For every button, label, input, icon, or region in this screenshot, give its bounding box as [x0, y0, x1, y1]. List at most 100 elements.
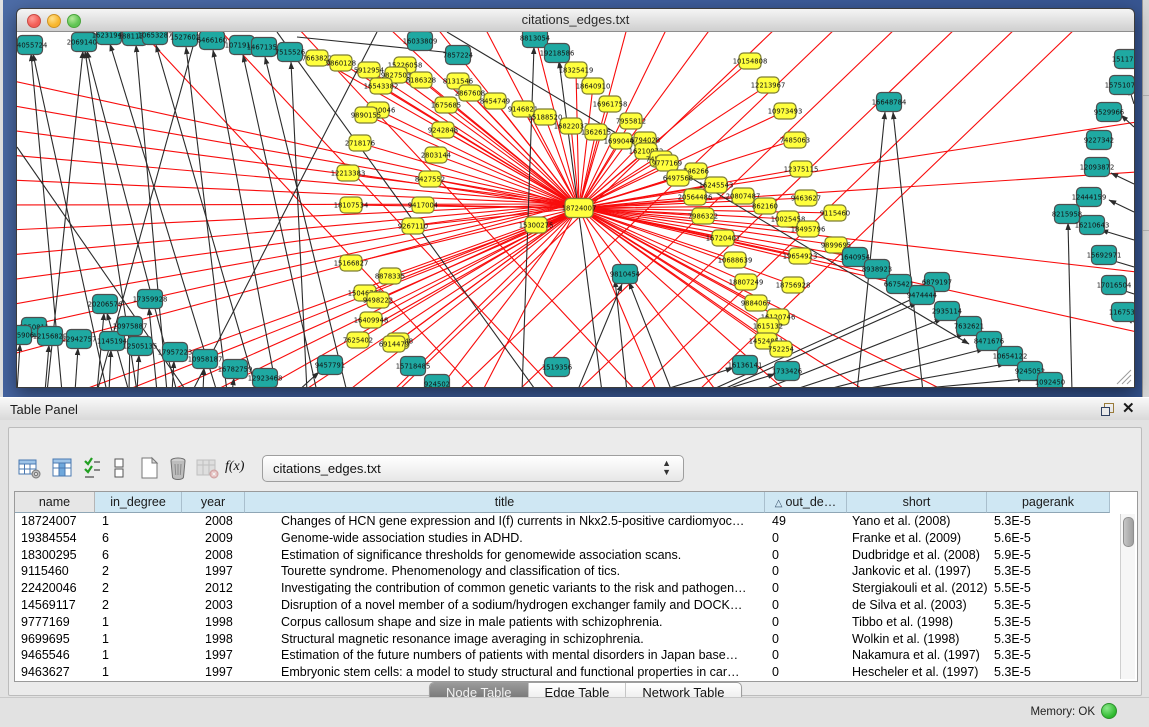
memory-status-indicator[interactable] [1101, 703, 1117, 719]
graph-node[interactable]: 9115460 [820, 205, 850, 221]
graph-node[interactable]: 1167533 [1109, 303, 1134, 322]
network-canvas[interactable]: 7663822986012859129541522605898275031654… [17, 32, 1134, 387]
graph-node[interactable]: 17016504 [1097, 276, 1132, 295]
graph-node[interactable]: 10688639 [718, 252, 753, 268]
table-row[interactable]: 977716911998Corpus callosum shape and si… [15, 614, 1137, 631]
graph-node[interactable]: 8454749 [480, 93, 510, 109]
graph-node[interactable]: 9810454 [610, 265, 640, 284]
resize-grip-icon[interactable] [1117, 370, 1131, 384]
scrollbar-thumb[interactable] [1123, 517, 1134, 547]
graph-node[interactable]: 19218586 [540, 44, 575, 63]
graph-node[interactable]: 12213967 [751, 77, 786, 93]
graph-node[interactable]: 9315906 [17, 326, 34, 345]
table-row[interactable]: 1872400712008Changes of HCN gene express… [15, 513, 1137, 530]
graph-node[interactable]: 1092450 [1035, 373, 1065, 388]
graph-node[interactable]: 752254 [768, 341, 794, 357]
graph-node[interactable]: 1733426 [772, 362, 802, 381]
delete-table-icon[interactable] [195, 456, 219, 480]
column-header-in_degree[interactable]: in_degree [95, 492, 182, 513]
graph-node[interactable]: 9227342 [1084, 131, 1114, 150]
graph-node[interactable]: 6914479 [379, 336, 409, 352]
graph-node[interactable]: 6497568 [663, 170, 693, 186]
graph-node[interactable]: 2718176 [345, 135, 375, 151]
table-settings-icon[interactable] [17, 456, 41, 480]
graph-node[interactable]: 1519356 [542, 358, 572, 377]
graph-node[interactable]: 16720407 [706, 230, 741, 246]
graph-node[interactable]: 16961758 [593, 96, 628, 112]
table-row[interactable]: 1938455462009Genome-wide association stu… [15, 530, 1137, 547]
close-panel-button[interactable]: ✕ [1122, 399, 1135, 417]
column-chooser-icon[interactable] [50, 456, 74, 480]
graph-node[interactable]: 7515526 [275, 43, 305, 62]
row-height-icon[interactable] [112, 456, 126, 480]
graph-node[interactable]: 12213383 [331, 165, 366, 181]
graph-node[interactable]: 18107534 [334, 197, 369, 213]
graph-node[interactable]: 24055724 [17, 36, 47, 55]
table-row[interactable]: 1830029562008Estimation of significance … [15, 547, 1137, 564]
graph-node[interactable]: 7485063 [780, 132, 810, 148]
graph-node[interactable]: 9860128 [326, 55, 356, 71]
graph-node[interactable]: 18640910 [576, 78, 611, 94]
table-panel-titlebar[interactable]: Table Panel ✕ [0, 397, 1149, 421]
new-table-icon[interactable] [137, 456, 161, 480]
graph-node[interactable]: 12444159 [1072, 188, 1107, 207]
graph-node[interactable]: 9463627 [791, 190, 821, 206]
graph-node[interactable]: 9474444 [907, 286, 937, 305]
graph-node[interactable]: 9417004 [408, 197, 438, 213]
graph-node[interactable]: 18756928 [776, 277, 811, 293]
graph-node[interactable]: 2803144 [421, 147, 451, 163]
graph-node[interactable]: 12505135 [123, 337, 158, 356]
graph-node[interactable]: 8186328 [406, 72, 436, 88]
graph-node[interactable]: 12923468 [248, 369, 283, 388]
vertical-scrollbar[interactable] [1120, 514, 1135, 679]
graph-node[interactable]: 15718485 [396, 357, 431, 376]
graph-node[interactable]: 9529966 [1094, 103, 1124, 122]
graph-node[interactable]: 10975887 [113, 317, 148, 336]
graph-node[interactable]: 7857224 [443, 46, 473, 65]
graph-node[interactable]: 16210643 [1075, 216, 1110, 235]
table-row[interactable]: 1456911722003Disruption of a novel membe… [15, 597, 1137, 614]
table-row[interactable]: 946554611997Estimation of the future num… [15, 647, 1137, 664]
table-row[interactable]: 969969511998Structural magnetic resonanc… [15, 631, 1137, 648]
column-header-year[interactable]: year [182, 492, 245, 513]
graph-node[interactable]: 9777169 [652, 155, 682, 171]
float-panel-button[interactable] [1101, 403, 1114, 416]
graph-node[interactable]: 9498222 [363, 292, 393, 308]
graph-node[interactable]: 5912954 [354, 62, 384, 78]
graph-node[interactable]: 12375115 [784, 161, 819, 177]
graph-node[interactable]: 1615132 [753, 318, 783, 334]
graph-node[interactable]: 862160 [752, 198, 778, 214]
graph-node[interactable]: 15166827 [334, 255, 369, 271]
delete-column-trash-icon[interactable] [166, 456, 190, 480]
graph-node[interactable]: 6466160 [197, 32, 227, 50]
graph-node[interactable]: 7625402 [343, 332, 373, 348]
graph-node[interactable]: 1527602 [170, 32, 200, 47]
window-titlebar[interactable]: citations_edges.txt [17, 9, 1134, 32]
graph-node[interactable]: 16136141 [728, 356, 763, 375]
function-builder-icon[interactable]: f(x) [225, 459, 255, 483]
graph-node[interactable]: 7986322 [688, 208, 718, 224]
graph-node[interactable]: 16033809 [403, 32, 438, 51]
graph-node[interactable]: 17359928 [133, 290, 168, 309]
graph-node[interactable]: 7955812 [616, 113, 646, 129]
graph-node[interactable]: 8878335 [375, 268, 405, 284]
column-header-title[interactable]: title [245, 492, 765, 513]
hub-node[interactable]: 18724007 [562, 199, 597, 218]
graph-node[interactable]: 15751074 [1105, 76, 1134, 95]
graph-node[interactable]: 16648784 [872, 93, 907, 112]
column-header-out_de[interactable]: △out_de… [765, 492, 847, 513]
graph-node[interactable]: 924502 [424, 375, 450, 388]
graph-node[interactable]: 10653287 [138, 32, 173, 45]
table-row[interactable]: 946362711997Embryonic stem cells: a mode… [15, 664, 1137, 681]
graph-node[interactable]: 15692971 [1087, 246, 1122, 265]
graph-node[interactable]: 8427552 [415, 171, 445, 187]
graph-node[interactable]: 9457791 [315, 356, 345, 375]
column-header-pagerank[interactable]: pagerank [987, 492, 1110, 513]
graph-node[interactable]: 1675685 [431, 97, 461, 113]
table-row[interactable]: 911546021997Tourette syndrome. Phenomeno… [15, 563, 1137, 580]
graph-node[interactable]: 9267110 [398, 218, 428, 234]
graph-node[interactable]: 10154808 [733, 53, 768, 69]
table-selector-dropdown[interactable]: citations_edges.txt ▲▼ [262, 455, 684, 482]
graph-node[interactable]: 20206576 [88, 295, 123, 314]
graph-node[interactable]: 12093872 [1080, 158, 1115, 177]
